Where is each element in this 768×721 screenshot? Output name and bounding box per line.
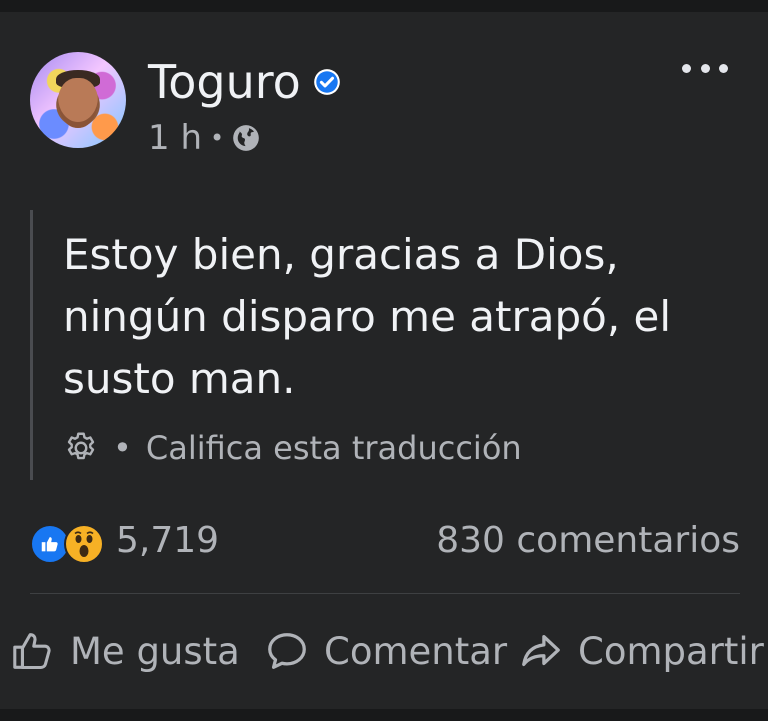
verified-badge-icon bbox=[313, 69, 340, 95]
avatar-face bbox=[58, 78, 98, 128]
globe-icon[interactable] bbox=[232, 124, 260, 152]
reactions-summary: 5,719 830 comentarios bbox=[30, 518, 740, 564]
rate-translation-row: • Califica esta traducción bbox=[63, 426, 522, 470]
meta-separator: • bbox=[210, 124, 225, 152]
rate-separator: • bbox=[113, 429, 132, 467]
more-dot bbox=[700, 63, 710, 73]
bottom-separator-strip bbox=[0, 709, 768, 721]
post-meta: 1 h • bbox=[148, 118, 260, 158]
post-text: Estoy bien, gracias a Dios, ningún dispa… bbox=[63, 230, 672, 403]
share-arrow-icon bbox=[522, 634, 560, 667]
comment-label: Comentar bbox=[324, 629, 508, 673]
like-label: Me gusta bbox=[70, 629, 240, 673]
thumbs-up-icon bbox=[13, 633, 51, 670]
like-button[interactable]: Me gusta bbox=[10, 618, 240, 684]
author-avatar[interactable] bbox=[30, 52, 126, 148]
actions-divider bbox=[30, 593, 740, 594]
reaction-icons[interactable] bbox=[30, 522, 108, 564]
more-options-icon[interactable] bbox=[682, 58, 728, 78]
wow-reaction-icon bbox=[64, 524, 104, 564]
post-actions: Me gusta Comentar Compartir bbox=[10, 618, 768, 684]
comment-count[interactable]: 830 comentarios bbox=[436, 518, 740, 564]
comment-bubble-icon bbox=[268, 633, 306, 669]
rate-translation-link[interactable]: Califica esta traducción bbox=[146, 429, 522, 467]
post-time[interactable]: 1 h bbox=[148, 118, 202, 158]
share-button[interactable]: Compartir bbox=[518, 618, 764, 684]
post-header: Toguro 1 h • bbox=[30, 52, 750, 162]
author-name[interactable]: Toguro bbox=[148, 54, 301, 110]
gear-icon[interactable] bbox=[63, 430, 99, 466]
translation-block: Estoy bien, gracias a Dios, ningún dispa… bbox=[30, 210, 733, 480]
author-row: Toguro bbox=[148, 54, 341, 110]
more-dot bbox=[682, 63, 691, 73]
wow-face-icon bbox=[74, 531, 94, 557]
more-dot bbox=[719, 63, 728, 73]
top-separator-strip bbox=[0, 0, 768, 12]
comment-button[interactable]: Comentar bbox=[264, 618, 507, 684]
reaction-count[interactable]: 5,719 bbox=[116, 518, 219, 564]
share-label: Compartir bbox=[578, 629, 764, 673]
thumbs-up-icon bbox=[41, 537, 58, 552]
